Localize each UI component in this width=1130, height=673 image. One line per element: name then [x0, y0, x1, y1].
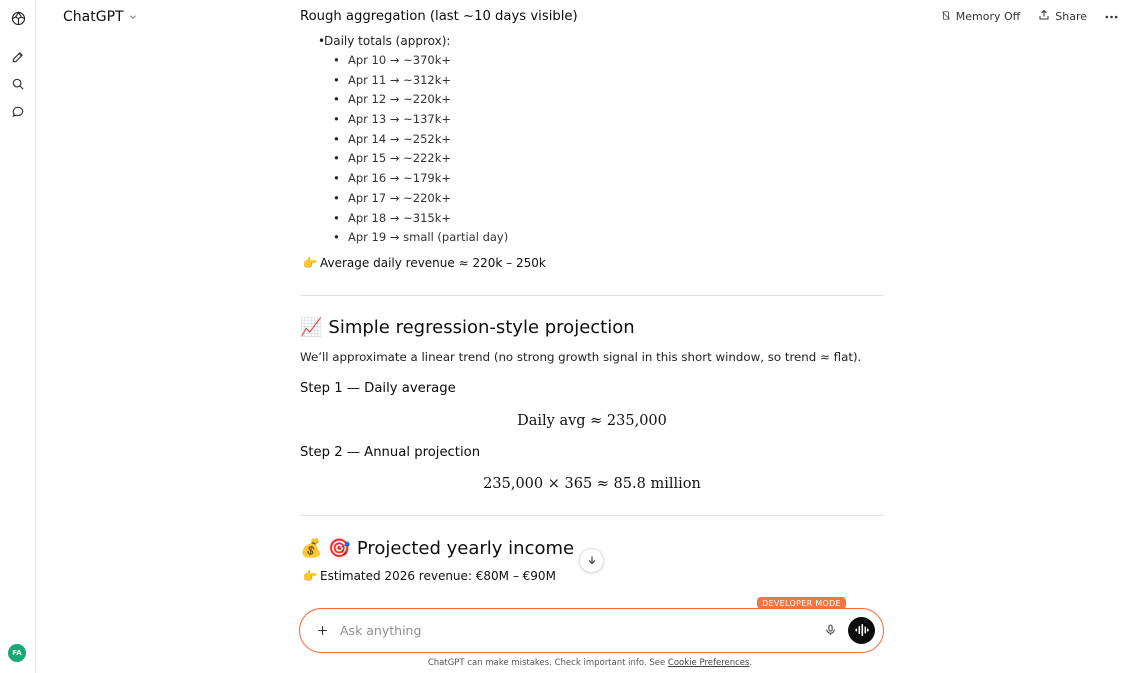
step2-formula: 235,000 × 365 ≈ 85.8 million	[483, 476, 701, 492]
pointing-hand-icon: 👉	[302, 256, 318, 270]
average-daily-text: Average daily revenue ≈ 220k – 250k	[320, 256, 546, 270]
estimate-line: 👉 Estimated 2026 revenue: €80M – €90M	[300, 569, 556, 583]
memory-off-icon	[941, 10, 951, 24]
more-options-icon[interactable]	[1105, 15, 1118, 19]
sidebar-rail: FA	[0, 0, 36, 673]
model-name: ChatGPT	[63, 9, 124, 25]
search-icon[interactable]	[6, 72, 30, 96]
divider	[300, 515, 884, 516]
composer	[299, 608, 884, 653]
pointing-hand-icon: 👉	[302, 569, 318, 583]
disclaimer: ChatGPT can make mistakes. Check importa…	[0, 658, 1130, 668]
list-item: Apr 15 → ~222k+	[333, 151, 508, 171]
prompt-input[interactable]	[340, 620, 800, 640]
new-chat-icon[interactable]	[6, 45, 30, 69]
list-item: Apr 19 → small (partial day)	[333, 230, 508, 250]
income-heading-text: Projected yearly income	[356, 538, 575, 559]
assistant-message: Rough aggregation (last ~10 days visible…	[300, 0, 884, 600]
list-item: Apr 10 → ~370k+	[333, 53, 508, 73]
step1-formula: Daily avg ≈ 235,000	[517, 413, 667, 429]
voice-mode-button[interactable]	[848, 617, 875, 644]
chats-icon[interactable]	[6, 100, 30, 124]
divider	[300, 295, 884, 296]
chart-increasing-icon: 📈	[300, 317, 323, 338]
list-item: Apr 14 → ~252k+	[333, 132, 508, 152]
chevron-down-icon	[128, 12, 138, 22]
step2-heading: Step 2 — Annual projection	[300, 445, 481, 460]
list-item: Apr 13 → ~137k+	[333, 112, 508, 132]
money-bag-icon: 💰	[300, 538, 323, 559]
regression-heading: 📈 Simple regression-style projection	[300, 317, 635, 338]
memory-toggle[interactable]: Memory Off	[941, 10, 1020, 24]
arrow-down-icon	[586, 551, 598, 570]
step1-heading: Step 1 — Daily average	[300, 381, 456, 396]
estimate-text: Estimated 2026 revenue: €80M – €90M	[320, 569, 556, 583]
list-item: Apr 16 → ~179k+	[333, 171, 508, 191]
share-button[interactable]: Share	[1038, 9, 1087, 24]
aggregation-heading: Rough aggregation (last ~10 days visible…	[300, 9, 578, 24]
target-icon: 🎯	[328, 538, 351, 559]
share-label: Share	[1055, 10, 1087, 23]
list-item: Apr 12 → ~220k+	[333, 92, 508, 112]
model-selector[interactable]: ChatGPT	[63, 9, 138, 25]
list-item: Apr 17 → ~220k+	[333, 191, 508, 211]
cookie-preferences-link[interactable]: Cookie Preferences	[668, 658, 750, 668]
income-heading: 💰 🎯 Projected yearly income	[300, 538, 574, 559]
disclaimer-text: ChatGPT can make mistakes. Check importa…	[427, 658, 668, 668]
memory-label: Memory Off	[955, 10, 1021, 23]
openai-logo-icon[interactable]	[6, 6, 30, 30]
list-item: Apr 11 → ~312k+	[333, 73, 508, 93]
daily-totals-list: Apr 10 → ~370k+ Apr 11 → ~312k+ Apr 12 →…	[333, 53, 508, 250]
microphone-icon[interactable]	[821, 621, 839, 639]
waveform-icon	[855, 621, 869, 640]
daily-totals-label: Daily totals (approx):	[318, 34, 450, 48]
share-icon	[1038, 9, 1050, 24]
plus-icon[interactable]	[313, 621, 331, 639]
disclaimer-end: .	[749, 658, 753, 668]
regression-intro: We’ll approximate a linear trend (no str…	[300, 350, 862, 364]
average-daily-line: 👉 Average daily revenue ≈ 220k – 250k	[300, 256, 546, 270]
scroll-down-button[interactable]	[579, 548, 604, 573]
regression-heading-text: Simple regression-style projection	[328, 317, 635, 338]
list-item: Apr 18 → ~315k+	[333, 211, 508, 231]
